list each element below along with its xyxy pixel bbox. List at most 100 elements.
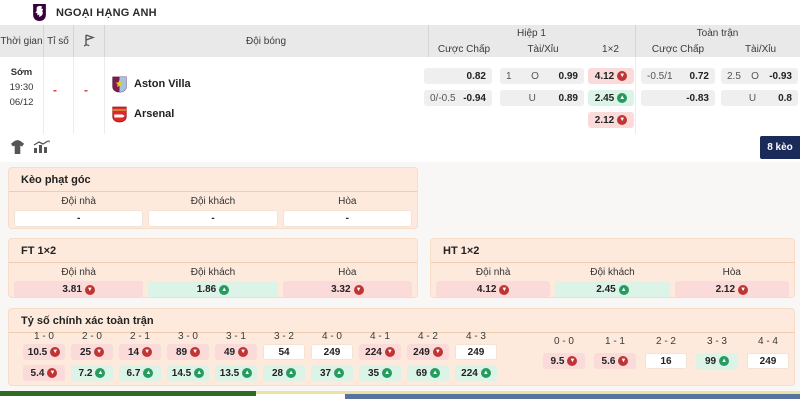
ft-handicap-odds-row2[interactable]: -0.83 [641,90,715,106]
score-odds-cell[interactable]: 249 [311,344,353,360]
score-odds-cell[interactable]: 249▼ [407,344,449,360]
header-home: Đội nhà [436,267,550,278]
match-time-cell: Sớm 19:30 06/12 [0,65,43,110]
ft-draw-odds[interactable]: 3.32▼ [283,281,412,298]
away-team-row[interactable]: Arsenal [112,105,174,123]
league-bar: NGOẠI HẠNG ANH [0,0,800,25]
trend-up-icon: ▲ [242,368,252,378]
match-score: - [53,83,57,97]
h1-overunder-odds-row1[interactable]: 1O0.99 [500,68,584,84]
odds-value: 99 [705,356,716,367]
score-odds-cell[interactable]: 249 [455,344,497,360]
score-odds-cell[interactable]: 7.2▲ [71,365,113,381]
ht-home-odds[interactable]: 4.12▼ [436,281,550,298]
score-odds-cell[interactable]: 54 [263,344,305,360]
score-odds-cell[interactable]: 5.4▼ [23,365,65,381]
corner-odds-card: Kèo phạt góc Đội nhà Đội khách Hòa - - - [8,167,418,229]
column-divider [73,25,74,57]
odds-value: 13.5 [220,368,239,379]
score-odds-cell[interactable]: 13.5▲ [215,365,257,381]
h1-1x2-home-odds[interactable]: 4.12▼ [588,68,634,84]
col-header-teams: Đội bóng [104,25,428,57]
h1-overunder-odds-row2[interactable]: U0.89 [500,90,584,106]
score-odds-cell[interactable]: 6.7▲ [119,365,161,381]
h1-1x2-away-odds[interactable]: 2.45▲ [588,90,634,106]
trend-down-icon: ▼ [94,347,104,357]
odds-value: 249 [413,347,430,358]
home-team-row[interactable]: Aston Villa [112,75,191,93]
odds-value: 7.2 [79,368,93,379]
score-odds-cell[interactable]: 5.6▼ [594,353,636,369]
h1-1x2-draw-odds[interactable]: 2.12▼ [588,112,634,128]
ht-draw-odds[interactable]: 2.12▼ [675,281,789,298]
trend-up-icon: ▲ [481,368,491,378]
score-odds-cell[interactable]: 249 [747,353,789,369]
corner-away-odds[interactable]: - [148,210,277,227]
odds-value: 25 [80,347,91,358]
odds-value: 14 [128,347,139,358]
corner-draw-odds[interactable]: - [283,210,412,227]
score-odds-cell[interactable]: 10.5▼ [23,344,65,360]
trend-down-icon: ▼ [238,347,248,357]
score-odds-cell[interactable]: 25▼ [71,344,113,360]
score-odds-cell[interactable]: 89▼ [167,344,209,360]
ht-away-odds[interactable]: 2.45▲ [555,281,669,298]
score-odds-cell[interactable]: 99▲ [696,353,738,369]
odds-value: -0.93 [769,71,792,82]
bets-count-button[interactable]: 8 kèo [760,136,800,159]
header-draw: Hòa [283,196,412,207]
odds-value: 35 [368,368,379,379]
odds-value: 1.86 [197,284,216,295]
ft-overunder-odds-row1[interactable]: 2.5O-0.93 [721,68,798,84]
score-odds-cell[interactable]: 37▲ [311,365,353,381]
score-odds-cell[interactable]: 35▲ [359,365,401,381]
column-divider [104,25,105,57]
h1-handicap-odds-row2[interactable]: 0/-0.5-0.94 [424,90,492,106]
score-odds-cell[interactable]: 14▼ [119,344,161,360]
ft-1x2-card: FT 1×2 Đội nhà Đội khách Hòa 3.81▼ 1.86▲… [8,238,418,298]
odds-value: 2.12 [595,115,614,126]
odds-value: 4.12 [595,71,614,82]
trend-down-icon: ▼ [142,347,152,357]
score-odds-cell[interactable]: 14.5▲ [167,365,209,381]
correct-score-title: Tỷ số chính xác toàn trận [9,309,794,333]
jersey-icon[interactable] [10,140,25,154]
odds-value: 2.45 [596,284,615,295]
odds-value: 3.32 [331,284,350,295]
h1-handicap-odds-row1[interactable]: 0.82 [424,68,492,84]
odds-value: 49 [224,347,235,358]
toolbar: 8 kèo [0,134,800,162]
score-odds-cell[interactable]: 28▲ [263,365,305,381]
column-divider [104,57,105,134]
trend-down-icon: ▼ [47,368,57,378]
col-header-ft-handicap: Cược Chấp [635,41,721,57]
odds-value: 16 [660,356,671,367]
ft-overunder-odds-row2[interactable]: U0.8 [721,90,798,106]
score-odds-cell[interactable]: 224▼ [359,344,401,360]
odds-value: 89 [176,347,187,358]
score-odds-cell[interactable]: 16 [645,353,687,369]
ft-home-odds[interactable]: 3.81▼ [14,281,143,298]
odds-value: 224 [365,347,382,358]
stats-chart-icon[interactable] [33,140,50,154]
score-label: 1 - 1 [594,336,636,347]
trend-down-icon: ▼ [617,71,627,81]
trend-up-icon: ▲ [286,368,296,378]
ft-card-title: FT 1×2 [9,239,417,263]
trend-down-icon: ▼ [567,356,577,366]
odds-value: -0.83 [686,93,709,104]
handicap-line: 2.5 [727,71,741,82]
trend-down-icon: ▼ [85,285,95,295]
score-odds-cell[interactable]: 69▲ [407,365,449,381]
ft-handicap-odds-row1[interactable]: -0.5/10.72 [641,68,715,84]
trend-down-icon: ▼ [385,347,395,357]
corner-home-odds[interactable]: - [14,210,143,227]
trend-up-icon: ▲ [219,285,229,295]
score-odds-cell[interactable]: 49▼ [215,344,257,360]
bottom-bar-green [0,391,256,396]
trend-up-icon: ▲ [382,368,392,378]
ft-card-headers: Đội nhà Đội khách Hòa [9,263,417,281]
ft-away-odds[interactable]: 1.86▲ [148,281,277,298]
score-odds-cell[interactable]: 9.5▼ [543,353,585,369]
score-odds-cell[interactable]: 224▲ [455,365,497,381]
